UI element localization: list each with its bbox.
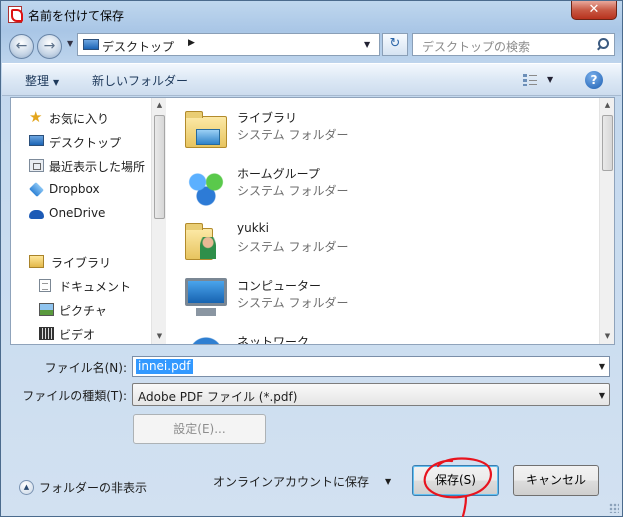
window-title: 名前を付けて保存 [28, 9, 125, 23]
new-folder-button[interactable]: 新しいフォルダー [92, 72, 188, 89]
filetype-value: Adobe PDF ファイル (*.pdf) [138, 390, 298, 404]
computer-icon [185, 278, 227, 316]
desktop-icon [29, 135, 44, 146]
file-name: ネットワーク [237, 335, 310, 344]
documents-icon [39, 279, 51, 292]
hide-folders-label: フォルダーの非表示 [39, 481, 148, 495]
pictures-icon [39, 303, 54, 316]
dropbox-icon [29, 182, 44, 197]
command-toolbar: 整理 ▼ 新しいフォルダー ▼ ? [2, 63, 621, 96]
nav-label: お気に入り [49, 112, 110, 126]
search-placeholder: デスクトップの検索 [422, 40, 531, 54]
forward-button[interactable]: → [37, 34, 62, 59]
online-save-link[interactable]: オンラインアカウントに保存 [213, 473, 369, 490]
refresh-button[interactable]: ↻ [382, 33, 408, 56]
file-list-scrollbar[interactable]: ▲ ▼ [599, 98, 614, 344]
file-name: ホームグループ [237, 167, 320, 181]
nav-label: 最近表示した場所 [49, 160, 146, 174]
change-view-icon[interactable] [523, 73, 537, 86]
file-item-homegroup[interactable]: ホームグループ システム フォルダー [185, 162, 485, 214]
file-name: ライブラリ [237, 111, 298, 125]
file-type: システム フォルダー [237, 240, 349, 254]
address-dropdown-icon[interactable]: ▼ [364, 40, 370, 49]
desktop-icon [83, 39, 99, 50]
breadcrumb-arrow-icon[interactable]: ▶ [188, 38, 195, 48]
file-name: コンピューター [237, 279, 322, 293]
chevron-down-icon: ▼ [598, 391, 605, 400]
file-type: システム フォルダー [237, 128, 349, 142]
back-button[interactable]: ← [9, 34, 34, 59]
resize-grip[interactable] [609, 503, 619, 513]
nav-label: OneDrive [49, 206, 106, 220]
nav-label: ライブラリ [51, 256, 112, 270]
file-list: ライブラリ システム フォルダー ホームグループ システム フォルダー yukk… [171, 98, 599, 344]
file-name: yukki [237, 221, 269, 235]
scroll-up-icon[interactable]: ▲ [600, 98, 615, 113]
recent-locations-dropdown-icon[interactable]: ▼ [67, 39, 73, 48]
back-arrow-icon: ← [15, 38, 28, 54]
filename-label: ファイル名(N): [44, 361, 127, 375]
cancel-button[interactable]: キャンセル [513, 465, 599, 496]
filename-value[interactable]: innei.pdf [136, 359, 193, 374]
refresh-icon: ↻ [389, 36, 401, 51]
recent-places-icon [29, 159, 44, 172]
search-input[interactable]: デスクトップの検索 [412, 33, 615, 56]
network-icon [185, 334, 227, 344]
user-folder-icon [185, 223, 216, 260]
nav-label: ビデオ [59, 328, 96, 342]
nav-label: デスクトップ [49, 136, 122, 150]
view-options-dropdown-icon[interactable]: ▼ [547, 75, 553, 84]
browser-area: ★ お気に入り デスクトップ 最近表示した場所 Dropbox OneDrive [10, 97, 615, 345]
address-bar[interactable]: デスクトップ ▶ [77, 33, 380, 56]
videos-icon [39, 327, 54, 340]
navigation-pane: ★ お気に入り デスクトップ 最近表示した場所 Dropbox OneDrive [11, 98, 151, 344]
file-item-computer[interactable]: コンピューター システム フォルダー [185, 274, 485, 326]
organize-button[interactable]: 整理 ▼ [25, 72, 59, 89]
close-button[interactable]: ✕ [571, 1, 617, 20]
scrollbar-thumb[interactable] [154, 115, 165, 219]
homegroup-icon [185, 166, 227, 206]
search-icon[interactable] [596, 38, 609, 50]
nav-label: ドキュメント [59, 280, 132, 294]
address-path[interactable]: デスクトップ [102, 38, 174, 55]
collapse-up-icon: ▲ [19, 480, 34, 495]
file-item-network[interactable]: ネットワーク [185, 330, 485, 344]
online-save-dropdown-icon[interactable]: ▼ [385, 477, 391, 486]
pdf-app-icon [8, 6, 23, 23]
onedrive-icon [29, 210, 44, 219]
forward-arrow-icon: → [43, 38, 56, 54]
star-icon: ★ [29, 108, 43, 126]
file-item-libraries[interactable]: ライブラリ システム フォルダー [185, 106, 485, 158]
chevron-down-icon: ▼ [53, 78, 60, 87]
scrollbar-thumb[interactable] [602, 115, 613, 171]
close-icon: ✕ [588, 2, 600, 17]
organize-label: 整理 [25, 74, 50, 88]
nav-label: ピクチャ [59, 304, 107, 318]
library-icon [29, 255, 44, 268]
navigation-scrollbar[interactable]: ▲ ▼ [151, 98, 166, 344]
save-as-dialog: 名前を付けて保存 ✕ ← → ▼ デスクトップ ▶ ▼ ↻ デスクトップの検索 … [0, 0, 623, 517]
scroll-up-icon[interactable]: ▲ [152, 98, 167, 113]
chevron-down-icon[interactable]: ▼ [599, 362, 605, 371]
settings-button[interactable]: 設定(E)... [133, 414, 266, 444]
title-bar[interactable]: 名前を付けて保存 ✕ [1, 1, 622, 29]
nav-label: Dropbox [49, 182, 100, 196]
help-icon[interactable]: ? [585, 71, 603, 89]
filetype-label: ファイルの種類(T): [22, 389, 127, 403]
scroll-down-icon[interactable]: ▼ [600, 329, 615, 344]
file-type: システム フォルダー [237, 184, 349, 198]
scroll-down-icon[interactable]: ▼ [152, 329, 167, 344]
file-type: システム フォルダー [237, 296, 349, 310]
file-item-user[interactable]: yukki システム フォルダー [185, 218, 485, 270]
save-button[interactable]: 保存(S) [412, 465, 499, 496]
library-folder-icon [185, 111, 227, 148]
filename-input[interactable]: innei.pdf ▼ [132, 356, 610, 377]
filetype-select[interactable]: Adobe PDF ファイル (*.pdf) ▼ [132, 383, 610, 406]
